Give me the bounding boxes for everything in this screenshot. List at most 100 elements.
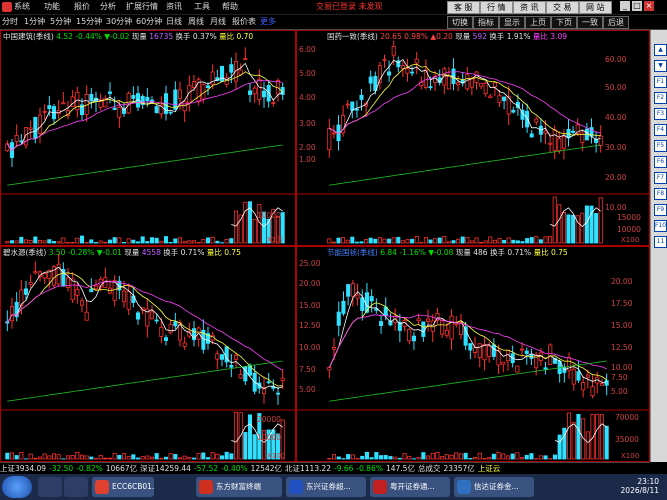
volume-bar — [511, 239, 516, 244]
right-axis-label: 20.00 — [611, 277, 633, 286]
volume-axis-label: 10000 — [617, 225, 641, 234]
period-day[interactable]: 日线 — [166, 17, 182, 27]
switch-button[interactable]: 切换 — [447, 16, 473, 29]
sidebar-tool-icon[interactable]: F7 — [654, 172, 667, 184]
volume-bar — [336, 237, 341, 244]
back-button[interactable]: 后退 — [603, 16, 629, 29]
sidebar-tool-icon[interactable]: ▼ — [654, 60, 667, 72]
candle-body — [238, 69, 243, 75]
menu-quote[interactable]: 报价 — [74, 2, 90, 12]
taskbar-pinned-app-icon[interactable] — [64, 477, 88, 497]
sidebar-tool-icon[interactable]: F10 — [654, 220, 667, 232]
news-button[interactable]: 资 讯 — [513, 1, 546, 14]
candle-body — [173, 89, 178, 110]
menu-function[interactable]: 功能 — [44, 2, 60, 12]
volume-bar — [163, 456, 169, 460]
sidebar-tool-icon[interactable]: F3 — [654, 108, 667, 120]
sidebar-tool-icon[interactable]: F1 — [654, 76, 667, 88]
sidebar-tool-icon[interactable]: ▲ — [654, 44, 667, 56]
indicator-button[interactable]: 指标 — [473, 16, 499, 29]
candle-body — [5, 143, 10, 151]
close-icon[interactable]: × — [644, 1, 654, 11]
candle-body — [75, 288, 80, 296]
page-up-button[interactable]: 上页 — [525, 16, 551, 29]
page-down-button[interactable]: 下页 — [551, 16, 577, 29]
volume-bar — [56, 454, 61, 460]
trade-button[interactable]: 交 易 — [546, 1, 579, 14]
period-60min[interactable]: 60分钟 — [136, 17, 162, 27]
candle-body — [446, 75, 451, 90]
candle-body — [440, 320, 445, 335]
sidebar-tool-icon[interactable]: F8 — [654, 188, 667, 200]
volume-bar — [483, 240, 488, 244]
sidebar-tool-icon[interactable]: F4 — [654, 124, 667, 136]
left-axis-label: 20.00 — [299, 279, 321, 288]
period-30min[interactable]: 30分钟 — [106, 17, 132, 27]
quote-table[interactable]: 报价表 — [232, 17, 256, 27]
website-button[interactable]: 网 站 — [579, 1, 612, 14]
volume-bar — [201, 452, 206, 460]
candle-body — [9, 305, 15, 322]
display-button[interactable]: 显示 — [499, 16, 525, 29]
start-button-icon[interactable] — [2, 476, 32, 498]
status-item-2: -0.82% — [76, 464, 103, 473]
minimize-icon[interactable]: _ — [620, 1, 630, 11]
menu-help[interactable]: 帮助 — [222, 2, 238, 12]
volume-bar — [140, 456, 145, 460]
volume-bar — [460, 236, 465, 244]
chart-panel-bishuiyuan[interactable]: 碧水源(季线) 3.50 -0.28% ▼-0.01 现量 4558 换手 0.… — [0, 246, 296, 462]
sidebar-tool-icon[interactable]: F9 — [654, 204, 667, 216]
volume-bar — [433, 238, 438, 244]
maximize-icon[interactable]: □ — [632, 1, 642, 11]
period-15min[interactable]: 15分钟 — [76, 17, 102, 27]
volume-bar — [70, 455, 75, 460]
candle-body — [341, 300, 346, 314]
menu-analysis[interactable]: 分析 — [100, 2, 116, 12]
chart-panel-jieneng-guozhen[interactable]: 节能国祯(季线) 6.84 -1.16% ▼-0.08 现量 486 换手 0.… — [296, 246, 650, 462]
sidebar-tool-icon[interactable]: F5 — [654, 140, 667, 152]
period-week[interactable]: 周线 — [188, 17, 204, 27]
candle-body — [117, 107, 122, 118]
market-button[interactable]: 行 情 — [480, 1, 513, 14]
taskbar-task-2[interactable]: 东兴证券超... — [286, 477, 366, 497]
volume-bar — [89, 456, 94, 460]
candle-body — [219, 65, 225, 82]
volume-bar — [205, 457, 211, 460]
chart-panel-zhongguo-jianzhu[interactable]: 中国建筑(季线) 4.52 -0.44% ▼-0.02 现量 16735 换手 … — [0, 30, 296, 246]
candle-body — [360, 297, 365, 311]
volume-bar — [331, 241, 336, 244]
system-clock[interactable]: 23:10 2026/8/11 — [621, 477, 659, 495]
taskbar-task-0[interactable]: ECC6CB01... — [92, 477, 154, 497]
period-5min[interactable]: 5分钟 — [50, 17, 71, 27]
period-tick[interactable]: 分时 — [2, 17, 18, 27]
taskbar-task-3[interactable]: 粤开证券通... — [370, 477, 450, 497]
volume-bar — [423, 236, 428, 244]
taskbar-task-1[interactable]: 东方财富终端 — [196, 477, 282, 497]
period-month[interactable]: 月线 — [210, 17, 226, 27]
menu-news[interactable]: 资讯 — [166, 2, 182, 12]
chart-panel-guoyao-yizhi[interactable]: 国药一致(季线) 20.65 0.98% ▲0.20 现量 592 换手 1.9… — [296, 30, 650, 246]
candle-body — [477, 343, 482, 358]
sidebar-tool-icon[interactable]: F2 — [654, 92, 667, 104]
customer-service-button[interactable]: 客 服 — [447, 1, 480, 14]
period-more[interactable]: 更多 — [260, 17, 276, 27]
menu-system[interactable]: 系统 — [14, 2, 30, 12]
taskbar-task-4[interactable]: 信达证券金... — [454, 477, 534, 497]
menu-extended-market[interactable]: 扩展行情 — [126, 2, 158, 12]
candle-body — [14, 135, 19, 142]
volume-bar — [196, 453, 201, 460]
consistent-button[interactable]: 一致 — [577, 16, 603, 29]
menu-tools[interactable]: 工具 — [194, 2, 210, 12]
period-1min[interactable]: 1分钟 — [24, 17, 45, 27]
sidebar-tool-icon[interactable]: 11 — [654, 236, 667, 248]
candle-body — [28, 281, 33, 285]
left-axis-label: 3.00 — [299, 119, 316, 128]
candle-body — [599, 383, 604, 386]
sidebar-tool-icon[interactable]: F6 — [654, 156, 667, 168]
taskbar-pinned-app-icon[interactable] — [38, 477, 62, 497]
right-axis-label: 10.00 — [611, 363, 633, 372]
candle-body — [426, 318, 431, 322]
volume-unit: X1万 — [267, 236, 284, 244]
status-item-10: -0.86% — [356, 464, 383, 473]
candle-body — [387, 71, 392, 76]
